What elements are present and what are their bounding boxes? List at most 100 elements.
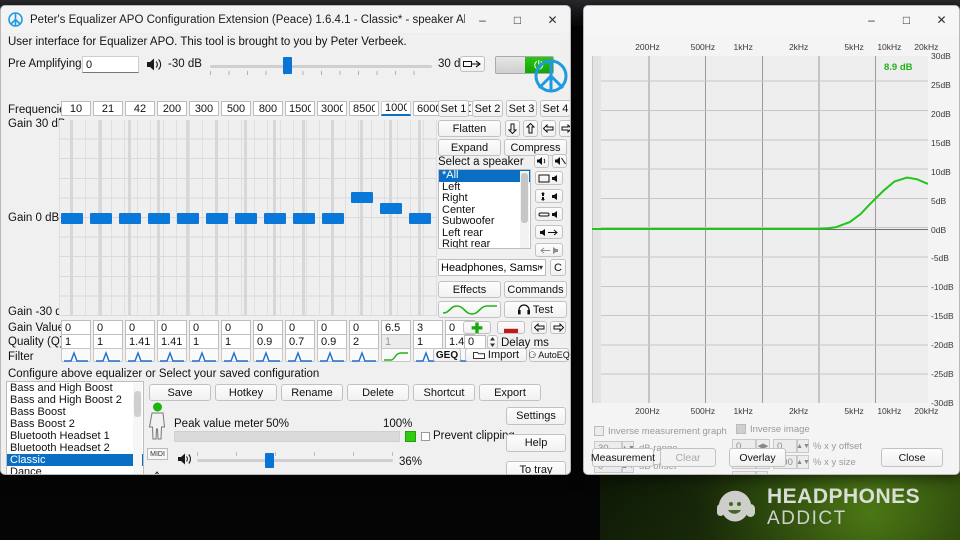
test-button[interactable]: Test [504,301,567,318]
frequency-input-1[interactable] [93,101,123,116]
scrollbar-thumb[interactable] [521,173,528,223]
frequency-input-4[interactable] [189,101,219,116]
overlay-button[interactable]: Overlay [729,448,786,467]
rename-button[interactable]: Rename [281,384,343,401]
speaker-list-scrollbar[interactable] [520,171,529,249]
close-graph-button[interactable]: Close [881,448,943,467]
config-item-6[interactable]: Classic [7,454,143,466]
shortcut-button[interactable]: Shortcut [413,384,475,401]
stereo-speaker-icon-button[interactable] [535,171,563,185]
speaker-list[interactable]: *AllLeftRightCenterSubwooferLeft rearRig… [438,169,531,249]
eq-slider-thumb[interactable] [90,213,112,224]
set-button-1[interactable]: Set 1 [438,100,469,117]
config-item-4[interactable]: Bluetooth Headset 1 [7,430,143,442]
config-item-0[interactable]: Bass and High Boost [7,382,143,394]
minimize-button[interactable]: – [465,6,500,34]
filter-type-icon-5[interactable] [221,348,251,362]
delay-spinner[interactable] [487,335,498,349]
gain-value-input-3[interactable] [157,320,187,335]
eq-slider-thumb[interactable] [351,192,373,203]
graph-maximize-button[interactable]: □ [889,6,924,34]
eq-slider-4[interactable] [175,120,201,316]
arrow-down-icon-button[interactable] [505,120,520,137]
device-config-button[interactable]: C [550,259,566,276]
eq-slider-10[interactable] [349,120,375,316]
preamp-export-icon-button[interactable] [460,56,485,72]
measurement-button[interactable]: Measurement [592,448,654,467]
filter-type-icon-6[interactable] [253,348,283,362]
config-item-7[interactable]: Dance [7,466,143,475]
gain-value-input-4[interactable] [189,320,219,335]
eq-slider-2[interactable] [117,120,143,316]
filter-type-icon-0[interactable] [61,348,91,362]
quality-input-8[interactable] [317,334,347,349]
graph-close-button[interactable]: ✕ [924,6,959,34]
eq-slider-8[interactable] [291,120,317,316]
eq-slider-7[interactable] [262,120,288,316]
config-item-1[interactable]: Bass and High Boost 2 [7,394,143,406]
eq-slider-9[interactable] [320,120,346,316]
gain-value-input-6[interactable] [253,320,283,335]
expand-button[interactable]: Expand [438,139,501,156]
frequency-input-8[interactable] [317,101,347,116]
eq-slider-thumb[interactable] [235,213,257,224]
eq-slider-thumb[interactable] [322,213,344,224]
eq-slider-thumb[interactable] [119,213,141,224]
pre-amplifying-input[interactable] [82,56,139,73]
scrollbar-thumb[interactable] [134,391,141,417]
set-button-3[interactable]: Set 3 [506,100,537,117]
move-speaker-icon-button[interactable] [535,189,563,203]
quality-input-5[interactable] [221,334,251,349]
gain-value-input-10[interactable] [381,320,411,335]
delay-input[interactable] [464,335,486,349]
graph-titlebar[interactable]: – □ ✕ [584,6,959,34]
config-vertical-scrollbar[interactable] [133,383,142,475]
speaker-on-icon-button[interactable] [534,154,549,168]
config-item-3[interactable]: Bass Boost 2 [7,418,143,430]
import-button[interactable]: Import [465,348,527,362]
quality-input-6[interactable] [253,334,283,349]
quality-input-3[interactable] [157,334,187,349]
filter-type-icon-9[interactable] [349,348,379,362]
volume-slider[interactable] [197,452,393,468]
speaker-item-0[interactable]: *All [439,170,530,182]
save-button[interactable]: Save [149,384,211,401]
gain-value-input-5[interactable] [221,320,251,335]
chevron-down-icon[interactable]: ▾ [539,263,543,272]
quality-input-11[interactable] [413,334,443,349]
delete-button[interactable]: Delete [347,384,409,401]
up-down-icon[interactable] [151,471,163,475]
eq-slider-thumb[interactable] [264,213,286,224]
quality-input-10[interactable] [381,334,411,349]
arrow-right-icon-button[interactable] [559,120,571,137]
gain-value-input-2[interactable] [125,320,155,335]
gain-value-input-1[interactable] [93,320,123,335]
shift-left-icon-button[interactable] [531,321,547,334]
filter-type-icon-10[interactable] [381,348,411,362]
set-button-2[interactable]: Set 2 [472,100,503,117]
eq-slider-thumb[interactable] [293,213,315,224]
remove-filter-button[interactable]: ▬ [497,321,525,334]
autoeq-button[interactable]: ⚆ AutoEQ [529,348,569,362]
frequency-input-0[interactable] [61,101,91,116]
inverse-measurement-checkbox[interactable] [594,426,604,436]
eq-slider-thumb[interactable] [206,213,228,224]
frequency-input-6[interactable] [253,101,283,116]
frequency-input-3[interactable] [157,101,187,116]
eq-slider-12[interactable] [407,120,433,316]
eq-slider-thumb[interactable] [61,213,83,224]
speaker-item-6[interactable]: Right rear [439,239,530,249]
gain-value-input-9[interactable] [349,320,379,335]
filter-type-icon-1[interactable] [93,348,123,362]
prevent-clipping-checkbox[interactable] [421,432,430,441]
wide-speaker-icon-button[interactable] [535,207,563,221]
hotkey-button[interactable]: Hotkey [215,384,277,401]
frequency-input-2[interactable] [125,101,155,116]
frequency-input-5[interactable] [221,101,251,116]
shift-right-icon-button[interactable] [550,321,566,334]
speaker-item-2[interactable]: Right [439,193,530,205]
filter-type-icon-7[interactable] [285,348,315,362]
eq-slider-thumb[interactable] [148,213,170,224]
filter-type-icon-8[interactable] [317,348,347,362]
eq-slider-6[interactable] [233,120,259,316]
